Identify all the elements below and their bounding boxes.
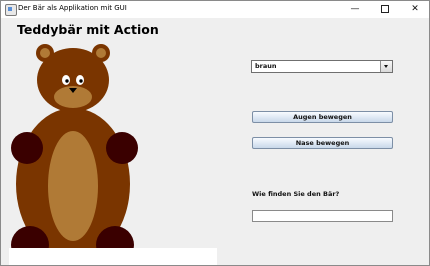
- move-eyes-button[interactable]: Augen bewegen: [252, 111, 393, 123]
- bear-right-upper-paw: [106, 132, 138, 164]
- canvas-bottom-area: [9, 248, 217, 265]
- teddy-bear-canvas: [11, 44, 138, 260]
- window-title: Der Bär als Applikation mit GUI: [18, 4, 127, 12]
- close-button[interactable]: ✕: [401, 1, 429, 18]
- maximize-button[interactable]: [371, 1, 399, 18]
- move-nose-button[interactable]: Nase bewegen: [252, 137, 393, 149]
- page-title: Teddybär mit Action: [17, 22, 159, 37]
- minimize-button[interactable]: —: [341, 1, 369, 18]
- app-window: Der Bär als Applikation mit GUI — ✕ Tedd…: [0, 0, 430, 266]
- bear-opinion-field[interactable]: [252, 210, 393, 222]
- bear-left-pupil: [65, 79, 69, 83]
- bear-opinion-label: Wie finden Sie den Bär?: [252, 190, 340, 198]
- bear-left-inner-ear: [40, 48, 50, 58]
- bear-belly: [48, 131, 98, 241]
- bear-right-inner-ear: [96, 48, 106, 58]
- chevron-down-icon[interactable]: [380, 61, 392, 72]
- main-content: Teddybär mit Action braun Augen bewegen …: [1, 18, 429, 265]
- color-combo-box[interactable]: braun: [251, 60, 393, 73]
- title-bar: Der Bär als Applikation mit GUI — ✕: [1, 1, 429, 18]
- combo-selected-value: braun: [255, 62, 277, 70]
- app-icon: [5, 4, 17, 16]
- bear-left-upper-paw: [11, 132, 43, 164]
- maximize-icon: [381, 4, 389, 13]
- bear-right-pupil: [79, 79, 83, 83]
